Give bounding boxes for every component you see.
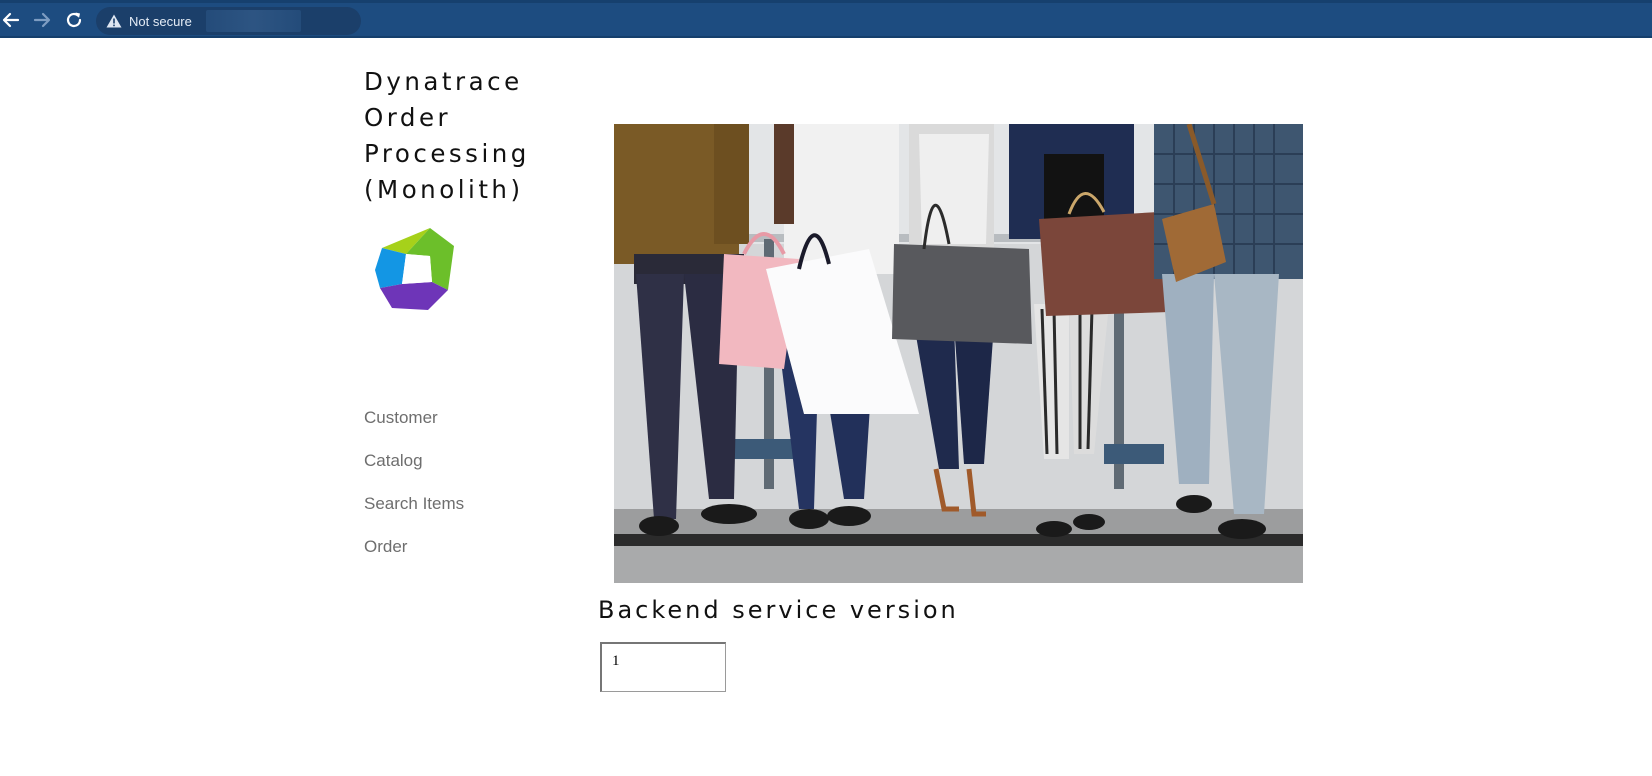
reload-button[interactable] [63,9,85,31]
dynatrace-logo [372,226,458,312]
app-title-line: (Monolith) [364,175,524,204]
reload-icon [66,12,82,28]
nav-link-customer[interactable]: Customer [364,408,438,428]
app-title-line: Processing [364,139,530,168]
nav-link-catalog[interactable]: Catalog [364,451,423,471]
browser-toolbar: Not secure [0,0,1652,38]
backend-version-field[interactable]: 1 [600,642,726,692]
arrow-right-icon [33,12,51,28]
arrow-left-icon [2,12,20,28]
hero-image [614,124,1303,583]
app-title-line: Dynatrace [364,67,523,96]
warning-triangle-icon [106,14,122,28]
nav-link-order[interactable]: Order [364,537,407,557]
nav-link-search-items[interactable]: Search Items [364,494,464,514]
url-text-redacted[interactable] [206,10,301,32]
back-button[interactable] [0,9,22,31]
address-bar[interactable]: Not secure [96,7,361,35]
security-status[interactable]: Not secure [129,14,192,29]
forward-button[interactable] [31,9,53,31]
app-title-line: Order [364,103,452,132]
backend-version-heading: Backend service version [598,596,959,624]
app-title: Dynatrace Order Processing (Monolith) [364,64,564,208]
